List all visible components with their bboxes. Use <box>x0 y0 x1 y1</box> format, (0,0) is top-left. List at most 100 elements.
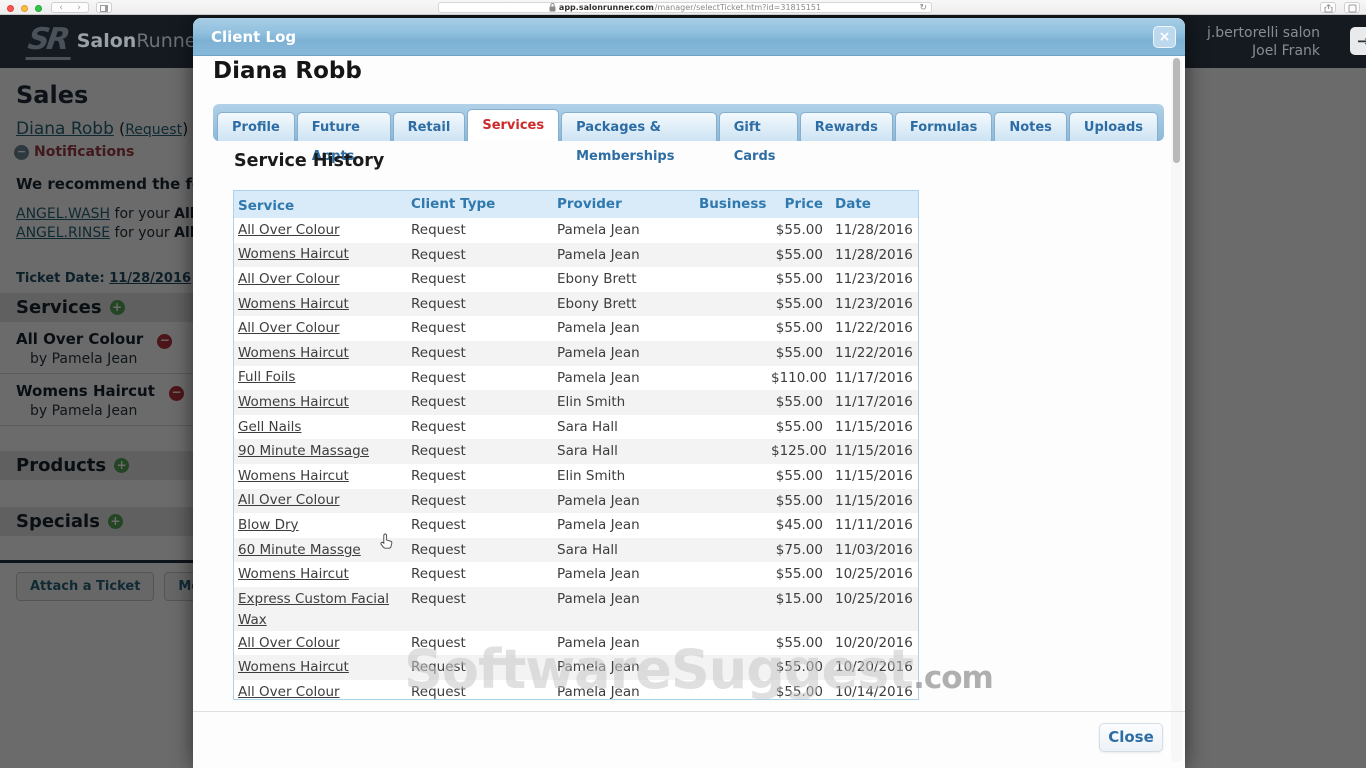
address-bar[interactable]: app.salonrunner.com/manager/selectTicket… <box>438 2 932 13</box>
table-row: All Over Colour Request Pamela Jean $55.00 1… <box>234 630 918 656</box>
cell-client-type: Request <box>411 394 466 411</box>
sidebar-toggle-icon[interactable] <box>96 2 112 13</box>
modal-close-icon[interactable]: × <box>1153 26 1176 48</box>
service-link[interactable]: Womens Haircut <box>238 659 349 675</box>
cell-business <box>699 243 771 268</box>
back-button[interactable]: ‹ <box>59 3 63 13</box>
cell-client-type: Request <box>411 271 466 288</box>
cell-business <box>699 587 771 631</box>
tab-future-appts[interactable]: Future Appts <box>296 112 391 164</box>
service-link[interactable]: 60 Minute Massge <box>238 542 361 558</box>
service-link[interactable]: Womens Haircut <box>238 246 349 262</box>
cell-client-type: Request <box>411 492 466 509</box>
cell-business <box>699 415 771 440</box>
service-link[interactable]: All Over Colour <box>238 684 340 699</box>
service-link[interactable]: Express Custom Facial Wax <box>238 591 389 628</box>
cell-business <box>699 655 771 680</box>
logout-icon[interactable]: → <box>1350 27 1366 55</box>
forward-button[interactable]: › <box>77 3 81 13</box>
service-link[interactable]: 90 Minute Massage <box>238 443 369 459</box>
tab-notes[interactable]: Notes <box>994 112 1067 141</box>
tab-packages-memberships[interactable]: Packages & Memberships <box>561 112 717 164</box>
service-link[interactable]: Womens Haircut <box>238 566 349 582</box>
tab-strip: Profile Future Appts Retail Services Package… <box>213 104 1164 164</box>
service-history-table: Service Client Type Provider Business Price D… <box>233 190 919 700</box>
cell-service: Womens Haircut <box>234 243 407 268</box>
cell-service: Womens Haircut <box>234 562 407 587</box>
close-button[interactable]: Close <box>1099 723 1163 752</box>
tab-rewards[interactable]: Rewards <box>799 112 893 141</box>
service-link[interactable]: All Over Colour <box>238 635 340 651</box>
cell-provider: Pamela Jean <box>557 517 640 534</box>
service-link[interactable]: Gell Nails <box>238 419 301 435</box>
tab-profile[interactable]: Profile <box>217 112 295 141</box>
cell-provider: Pamela Jean <box>557 320 640 337</box>
cell-date: 11/28/2016 <box>835 246 913 263</box>
cell-client-type: Request <box>411 541 466 558</box>
salonrunner-logo[interactable]: SR Salon Runner <box>25 22 204 60</box>
column-header-business: Business <box>699 196 767 212</box>
lock-icon <box>549 3 556 12</box>
tabs-icon[interactable] <box>1344 2 1360 13</box>
service-link[interactable]: Womens Haircut <box>238 345 349 361</box>
table-row: 90 Minute Massage Request Sara Hall $125.00… <box>234 439 918 464</box>
modal-title: Client Log <box>211 28 297 46</box>
cell-date: 10/25/2016 <box>835 590 913 607</box>
table-row: Womens Haircut Request Ebony Brett $55.00 11… <box>234 291 918 317</box>
cell-price: $15.00 <box>775 590 823 607</box>
cell-business <box>699 292 771 317</box>
service-link[interactable]: Full Foils <box>238 369 295 385</box>
cell-price: $55.00 <box>775 418 823 435</box>
cell-business <box>699 489 771 514</box>
cell-client-type: Request <box>411 517 466 534</box>
cell-price: $45.00 <box>775 517 823 534</box>
cell-provider: Ebony Brett <box>557 295 637 312</box>
cell-client-type: Request <box>411 369 466 386</box>
screen: ‹ › app.salonrunner.com/manager/selectTic… <box>0 0 1366 768</box>
account-info: j.bertorelli salon Joel Frank <box>1207 24 1320 60</box>
cell-date: 10/20/2016 <box>835 634 913 651</box>
service-link[interactable]: Womens Haircut <box>238 296 349 312</box>
cell-service: Womens Haircut <box>234 655 407 680</box>
cell-provider: Pamela Jean <box>557 590 640 607</box>
cell-client-type: Request <box>411 659 466 676</box>
logo-sr-mark: SR <box>25 22 76 60</box>
table-row: Womens Haircut Request Elin Smith $55.00 11/… <box>234 463 918 489</box>
cell-price: $55.00 <box>775 271 823 288</box>
cell-client-type: Request <box>411 566 466 583</box>
column-header-date: Date <box>835 196 871 212</box>
service-link[interactable]: All Over Colour <box>238 492 340 508</box>
service-link[interactable]: Womens Haircut <box>238 468 349 484</box>
cell-provider: Sara Hall <box>557 541 618 558</box>
cell-business <box>699 464 771 489</box>
cell-date: 11/15/2016 <box>835 418 913 435</box>
window-minimize-icon[interactable] <box>21 4 28 12</box>
tab-services[interactable]: Services <box>467 109 560 141</box>
service-link[interactable]: Womens Haircut <box>238 394 349 410</box>
table-row: Gell Nails Request Sara Hall $55.00 11/15/20… <box>234 414 918 440</box>
cell-business <box>699 267 771 292</box>
service-link[interactable]: All Over Colour <box>238 222 340 238</box>
tab-gift-cards[interactable]: Gift Cards <box>718 112 798 164</box>
tab-formulas[interactable]: Formulas <box>894 112 993 141</box>
cell-price: $55.00 <box>775 344 823 361</box>
cell-price: $125.00 <box>771 443 827 460</box>
service-link[interactable]: Blow Dry <box>238 517 299 533</box>
table-body: All Over Colour Request Pamela Jean $55.00 1… <box>234 218 918 700</box>
modal-scrollbar[interactable] <box>1171 58 1182 762</box>
tab-uploads[interactable]: Uploads <box>1068 112 1158 141</box>
cell-price: $55.00 <box>775 246 823 263</box>
reload-icon[interactable]: ↻ <box>919 3 927 13</box>
cell-provider: Sara Hall <box>557 418 618 435</box>
tab-retail[interactable]: Retail <box>392 112 466 141</box>
share-icon[interactable] <box>1320 2 1336 13</box>
window-zoom-icon[interactable] <box>35 4 42 12</box>
cell-price: $55.00 <box>775 467 823 484</box>
cell-price: $55.00 <box>775 222 823 238</box>
cell-price: $55.00 <box>775 394 823 411</box>
scrollbar-thumb[interactable] <box>1173 58 1180 163</box>
cell-provider: Pamela Jean <box>557 683 640 700</box>
window-close-icon[interactable] <box>7 4 14 12</box>
service-link[interactable]: All Over Colour <box>238 271 340 287</box>
service-link[interactable]: All Over Colour <box>238 320 340 336</box>
